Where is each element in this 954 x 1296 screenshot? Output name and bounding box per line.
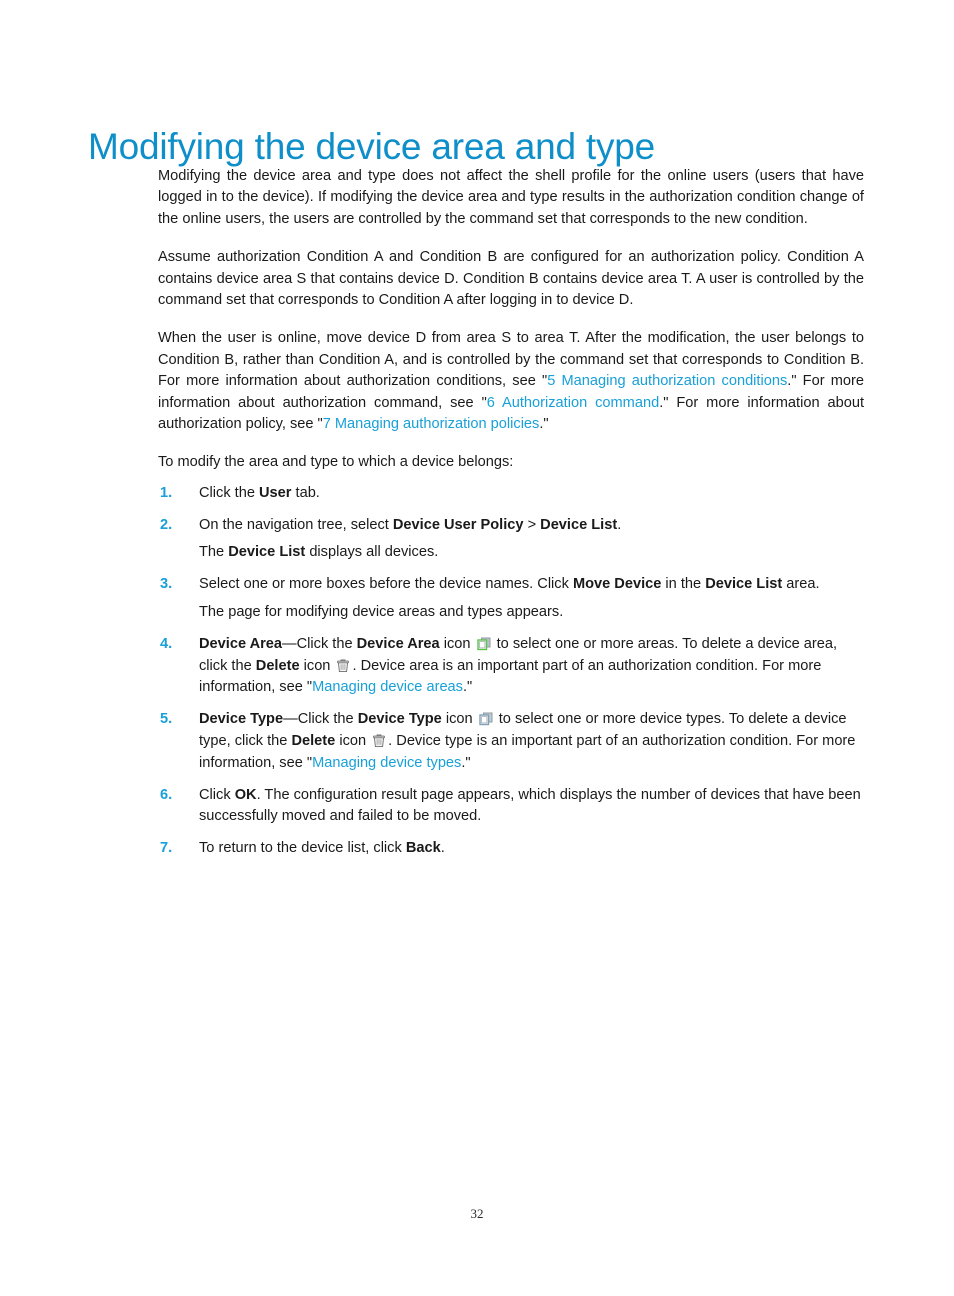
step-number: 7.	[160, 840, 173, 857]
step-number: 6.	[160, 786, 173, 803]
step-number: 4.	[160, 635, 173, 652]
step-text: Device Area—Click the Device Area icon t…	[199, 634, 864, 699]
paragraph-text-d: ."	[539, 416, 549, 433]
step-text-segment: Click	[199, 786, 235, 803]
step-text-segment: —Click the	[283, 711, 358, 728]
step-text-segment: area.	[782, 576, 820, 593]
list-item: 2. On the navigation tree, select Device…	[158, 515, 864, 565]
document-content: Modifying the device area and type does …	[158, 166, 864, 860]
link-managing-device-types[interactable]: Managing device types	[312, 755, 461, 771]
step-emphasis-move-device: Move Device	[572, 576, 662, 593]
step-emphasis-delete: Delete	[255, 657, 300, 674]
step-text-segment: ."	[461, 754, 471, 771]
step-text-segment: icon	[439, 635, 475, 652]
paragraph-intro: Modifying the device area and type does …	[158, 168, 864, 227]
step-emphasis-delete: Delete	[291, 733, 336, 750]
list-item: 5. Device Type—Click the Device Type ico…	[158, 709, 864, 774]
step-text-segment: ."	[462, 679, 473, 696]
link-managing-authorization-conditions[interactable]: 5 Managing authorization conditions	[547, 373, 787, 389]
step-text-segment: To return to the device list, click	[199, 840, 406, 857]
step-number: 1.	[160, 484, 173, 501]
step-text-segment: Select one or more boxes before the devi…	[199, 576, 573, 593]
step-text: Select one or more boxes before the devi…	[199, 574, 864, 596]
step-emphasis-device-type: Device Type	[357, 711, 442, 728]
steps-list: 1. Click the User tab. 2. On the navigat…	[158, 483, 864, 860]
step-text-segment: .	[440, 840, 445, 857]
step-emphasis-ok: OK	[234, 786, 257, 803]
page-title: Modifying the device area and type	[88, 125, 656, 167]
page-number: 32	[470, 1206, 484, 1221]
list-item: 6. Click OK. The configuration result pa…	[158, 785, 864, 829]
steps-lead-in: To modify the area and type to which a d…	[158, 454, 514, 471]
step-text: Click OK. The configuration result page …	[199, 785, 864, 829]
step-number: 3.	[160, 576, 173, 593]
list-item: 3. Select one or more boxes before the d…	[158, 574, 864, 624]
step-emphasis-device-area: Device Area	[199, 635, 283, 652]
step-sub-text: The page for modifying device areas and …	[199, 604, 564, 621]
delete-trash-icon[interactable]	[336, 659, 350, 673]
step-sub-text: The Device List displays all devices.	[199, 542, 864, 564]
list-item: 7. To return to the device list, click B…	[158, 838, 864, 860]
step-text-segment: in the	[661, 576, 706, 593]
step-text-segment: Click the	[199, 484, 260, 501]
link-managing-device-areas[interactable]: Managing device areas	[312, 679, 463, 695]
step-emphasis-device-list: Device List	[228, 544, 306, 561]
paragraph-assume: Assume authorization Condition A and Con…	[158, 249, 864, 309]
device-area-icon[interactable]	[476, 637, 491, 651]
paragraph-online-move: When the user is online, move device D f…	[158, 328, 864, 435]
step-emphasis-user: User	[259, 484, 292, 501]
step-text-segment: The	[199, 544, 229, 561]
list-item: 4. Device Area—Click the Device Area ico…	[158, 634, 864, 699]
step-text-segment: displays all devices.	[305, 544, 439, 561]
link-managing-authorization-policies[interactable]: 7 Managing authorization policies	[323, 416, 540, 432]
step-emphasis-device-list: Device List	[705, 576, 783, 593]
step-text-segment: icon	[441, 711, 477, 728]
step-text: To return to the device list, click Back…	[199, 838, 864, 860]
list-item: 1. Click the User tab.	[158, 483, 864, 505]
step-text-segment: —Click the	[282, 635, 357, 652]
delete-trash-icon[interactable]	[372, 734, 386, 748]
step-text-segment: . The configuration result page appears,…	[199, 786, 861, 825]
step-emphasis-device-area: Device Area	[356, 635, 440, 652]
step-text-segment: icon	[335, 733, 371, 750]
device-type-icon[interactable]	[478, 712, 493, 726]
document-page: Modifying the device area and type Modif…	[0, 0, 954, 1296]
step-text: Click the User tab.	[199, 483, 864, 505]
step-emphasis-back: Back	[405, 840, 441, 857]
step-text: On the navigation tree, select Device Us…	[199, 515, 864, 537]
step-number: 5.	[160, 711, 173, 728]
step-text-segment: icon	[299, 657, 335, 674]
step-text-segment: On the navigation tree, select	[199, 516, 393, 533]
step-number: 2.	[160, 516, 173, 533]
step-emphasis-device-type: Device Type	[199, 711, 284, 728]
link-authorization-command[interactable]: 6 Authorization command	[487, 395, 659, 411]
step-emphasis-device-user-policy: Device User Policy	[392, 516, 524, 533]
step-text-separator: >	[523, 516, 541, 533]
step-text: Device Type—Click the Device Type icon t…	[199, 709, 864, 774]
step-text-segment: .	[617, 516, 622, 533]
step-text-segment: tab.	[291, 484, 320, 501]
step-emphasis-device-list: Device List	[540, 516, 618, 533]
